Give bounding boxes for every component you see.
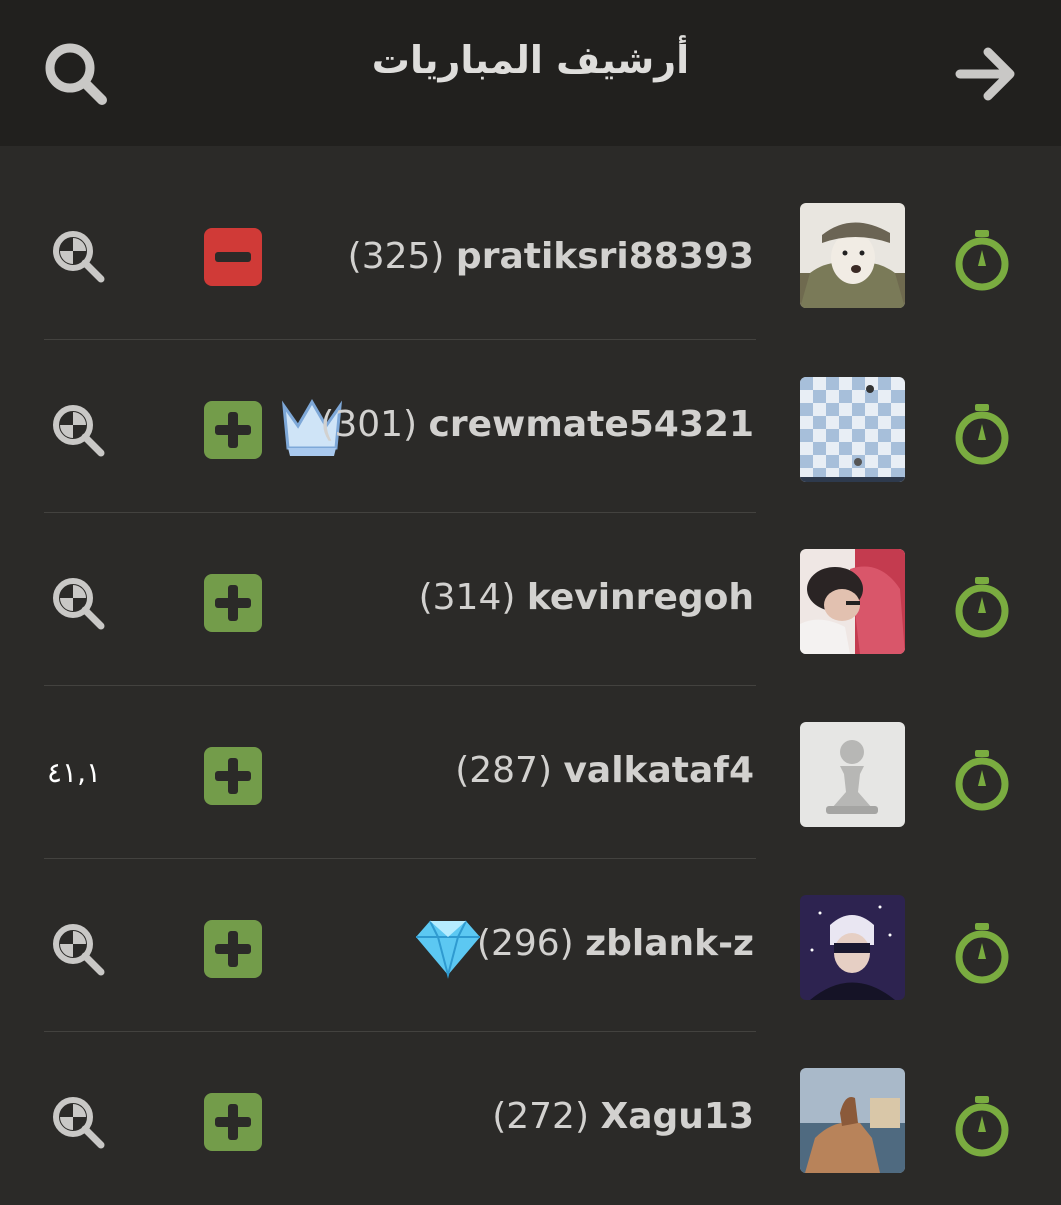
diamond-icon bbox=[414, 917, 482, 983]
stopwatch-icon bbox=[950, 1094, 1014, 1158]
stopwatch-icon bbox=[950, 228, 1014, 292]
win-icon bbox=[204, 920, 262, 978]
opponent-username: pratiksri88393 bbox=[455, 236, 754, 277]
app-header: أرشيف المباريات bbox=[0, 0, 1061, 146]
stopwatch-icon bbox=[950, 921, 1014, 985]
page-title: أرشيف المباريات bbox=[371, 38, 690, 82]
avatar[interactable] bbox=[800, 377, 905, 482]
avatar[interactable] bbox=[800, 722, 905, 827]
game-row[interactable]: (296) zblank-z bbox=[0, 859, 1061, 1032]
arrow-right-icon[interactable] bbox=[950, 38, 1022, 110]
game-row[interactable]: (314) kevinregoh bbox=[0, 513, 1061, 686]
opponent-username: crewmate54321 bbox=[428, 404, 754, 445]
opponent-name[interactable]: (272) Xagu13 bbox=[492, 1096, 754, 1137]
win-icon bbox=[204, 401, 262, 459]
search-plus-icon[interactable] bbox=[48, 573, 108, 633]
win-icon bbox=[204, 574, 262, 632]
opponent-username: Xagu13 bbox=[600, 1096, 754, 1137]
opponent-username: zblank-z bbox=[585, 923, 754, 964]
opponent-rating: (325) bbox=[347, 236, 445, 277]
opponent-name[interactable]: (287) valkataf4 bbox=[455, 750, 754, 791]
search-plus-icon[interactable] bbox=[48, 1092, 108, 1152]
stopwatch-icon bbox=[950, 402, 1014, 466]
win-icon bbox=[204, 1093, 262, 1151]
game-row[interactable]: (301) crewmate54321 bbox=[0, 340, 1061, 513]
game-row[interactable]: ٤١,١ (287) valkataf4 bbox=[0, 686, 1061, 859]
opponent-rating: (314) bbox=[418, 577, 516, 618]
stopwatch-icon bbox=[950, 575, 1014, 639]
win-icon bbox=[204, 747, 262, 805]
avatar[interactable] bbox=[800, 549, 905, 654]
avatar[interactable] bbox=[800, 895, 905, 1000]
opponent-rating: (301) bbox=[320, 404, 418, 445]
opponent-name[interactable]: (301) crewmate54321 bbox=[320, 404, 754, 445]
opponent-name[interactable]: (296) zblank-z bbox=[477, 923, 754, 964]
avatar[interactable] bbox=[800, 203, 905, 308]
opponent-name[interactable]: (325) pratiksri88393 bbox=[348, 236, 754, 277]
opponent-username: valkataf4 bbox=[563, 750, 754, 791]
loss-icon bbox=[204, 228, 262, 286]
search-plus-icon[interactable] bbox=[48, 226, 108, 286]
game-row[interactable]: (325) pratiksri88393 bbox=[0, 146, 1061, 340]
opponent-rating: (272) bbox=[492, 1096, 589, 1137]
opponent-username: kevinregoh bbox=[526, 577, 754, 618]
game-archive-list: (325) pratiksri88393 (301) crewmate54321… bbox=[0, 146, 1061, 1205]
stopwatch-icon bbox=[950, 748, 1014, 812]
search-plus-icon[interactable] bbox=[48, 400, 108, 460]
opponent-rating: (287) bbox=[455, 750, 552, 791]
game-row[interactable]: (272) Xagu13 bbox=[0, 1032, 1061, 1205]
avatar[interactable] bbox=[800, 1068, 905, 1173]
search-plus-icon[interactable] bbox=[48, 919, 108, 979]
accuracy-value[interactable]: ٤١,١ bbox=[44, 756, 104, 789]
opponent-rating: (296) bbox=[476, 923, 574, 964]
opponent-name[interactable]: (314) kevinregoh bbox=[419, 577, 754, 618]
